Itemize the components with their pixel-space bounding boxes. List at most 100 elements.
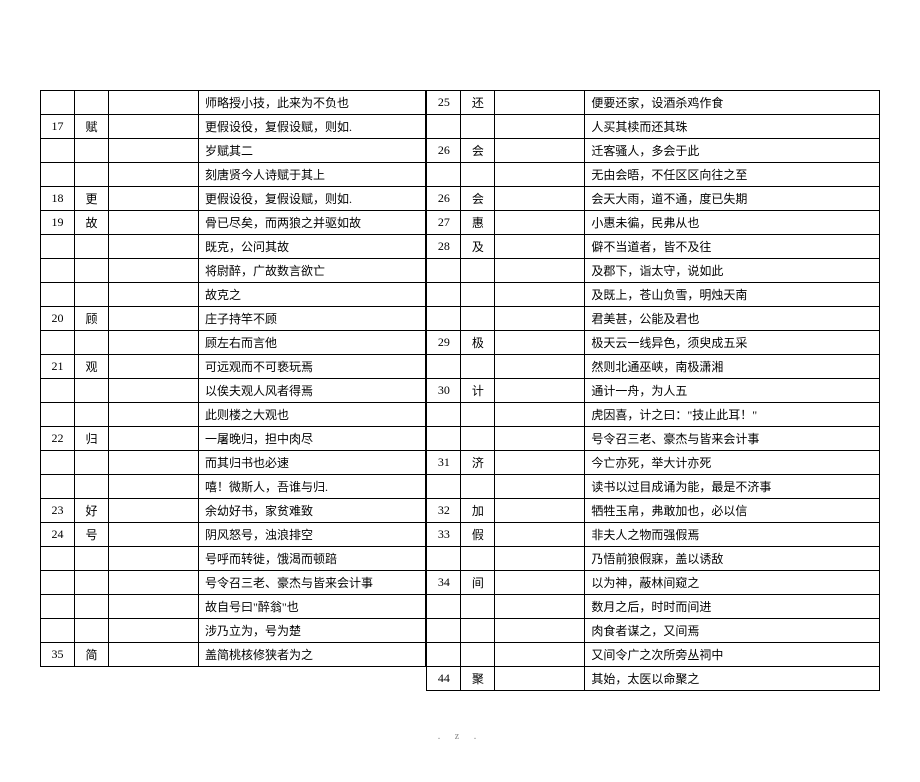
blank-cell: [109, 163, 199, 187]
char-cell: [461, 283, 495, 307]
footer-mark: . z .: [40, 731, 880, 742]
example-cell: 可远观而不可亵玩焉: [199, 355, 426, 379]
num-cell: 22: [41, 427, 75, 451]
blank-cell: [109, 523, 199, 547]
table-row: 将尉醉，广故数言欲亡: [41, 259, 426, 283]
blank-cell: [495, 547, 585, 571]
char-cell: 赋: [75, 115, 109, 139]
char-cell: [75, 283, 109, 307]
char-cell: [461, 355, 495, 379]
table-row: 30计通计一舟，为人五: [427, 379, 880, 403]
example-cell: 数月之后，时时而间进: [585, 595, 880, 619]
num-cell: [41, 403, 75, 427]
char-cell: [75, 619, 109, 643]
example-cell: 今亡亦死，举大计亦死: [585, 451, 880, 475]
table-row: 24号阴风怒号，浊浪排空: [41, 523, 426, 547]
blank-cell: [109, 427, 199, 451]
table-row: 20顾庄子持竿不顾: [41, 307, 426, 331]
example-cell: 牺牲玉帛，弗敢加也，必以信: [585, 499, 880, 523]
char-cell: [75, 91, 109, 115]
num-cell: 26: [427, 139, 461, 163]
table-row: 读书以过目成诵为能，最是不济事: [427, 475, 880, 499]
table-row: 44聚其始，太医以命聚之: [427, 667, 880, 691]
num-cell: [427, 115, 461, 139]
blank-cell: [495, 523, 585, 547]
blank-cell: [495, 619, 585, 643]
char-cell: 极: [461, 331, 495, 355]
blank-cell: [109, 571, 199, 595]
table-row: 及既上，苍山负雪，明烛天南: [427, 283, 880, 307]
num-cell: [427, 163, 461, 187]
char-cell: 会: [461, 187, 495, 211]
table-row: 师略授小技，此来为不负也: [41, 91, 426, 115]
char-cell: [461, 427, 495, 451]
char-cell: [75, 235, 109, 259]
example-cell: 故自号曰"醉翁"也: [199, 595, 426, 619]
blank-cell: [495, 571, 585, 595]
example-cell: 而其归书也必速: [199, 451, 426, 475]
blank-cell: [495, 427, 585, 451]
example-cell: 僻不当道者，皆不及往: [585, 235, 880, 259]
blank-cell: [495, 235, 585, 259]
num-cell: [41, 283, 75, 307]
blank-cell: [495, 643, 585, 667]
char-cell: 更: [75, 187, 109, 211]
num-cell: 28: [427, 235, 461, 259]
blank-cell: [495, 475, 585, 499]
num-cell: 27: [427, 211, 461, 235]
table-row: 故自号曰"醉翁"也: [41, 595, 426, 619]
num-cell: 24: [41, 523, 75, 547]
blank-cell: [495, 283, 585, 307]
num-cell: [427, 355, 461, 379]
example-cell: 然则北通巫峡，南极潇湘: [585, 355, 880, 379]
blank-cell: [109, 619, 199, 643]
example-cell: 故克之: [199, 283, 426, 307]
example-cell: 岁赋其二: [199, 139, 426, 163]
num-cell: 35: [41, 643, 75, 667]
table-row: 号呼而转徙，饿渴而顿踣: [41, 547, 426, 571]
char-cell: 故: [75, 211, 109, 235]
blank-cell: [109, 259, 199, 283]
table-row: 人买其椟而还其珠: [427, 115, 880, 139]
blank-cell: [495, 595, 585, 619]
example-cell: 极天云一线异色，须臾成五采: [585, 331, 880, 355]
example-cell: 此则楼之大观也: [199, 403, 426, 427]
table-row: 顾左右而言他: [41, 331, 426, 355]
example-cell: 其始，太医以命聚之: [585, 667, 880, 691]
example-cell: 又间令广之次所旁丛祠中: [585, 643, 880, 667]
blank-cell: [495, 307, 585, 331]
example-cell: 刻唐贤今人诗赋于其上: [199, 163, 426, 187]
table-row: 33假非夫人之物而强假焉: [427, 523, 880, 547]
num-cell: 34: [427, 571, 461, 595]
example-cell: 乃悟前狼假寐，盖以诱敌: [585, 547, 880, 571]
char-cell: 归: [75, 427, 109, 451]
example-cell: 非夫人之物而强假焉: [585, 523, 880, 547]
char-cell: 会: [461, 139, 495, 163]
table-row: 32加牺牲玉帛，弗敢加也，必以信: [427, 499, 880, 523]
char-cell: 号: [75, 523, 109, 547]
char-cell: [461, 307, 495, 331]
num-cell: [41, 259, 75, 283]
blank-cell: [109, 451, 199, 475]
char-cell: [75, 379, 109, 403]
blank-cell: [495, 451, 585, 475]
example-cell: 号呼而转徙，饿渴而顿踣: [199, 547, 426, 571]
table-row: 及郡下，诣太守，说如此: [427, 259, 880, 283]
example-cell: 余幼好书，家贫难致: [199, 499, 426, 523]
char-cell: [75, 163, 109, 187]
table-row: 乃悟前狼假寐，盖以诱敌: [427, 547, 880, 571]
example-cell: 嘻！微斯人，吾谁与归.: [199, 475, 426, 499]
blank-cell: [495, 211, 585, 235]
blank-cell: [109, 475, 199, 499]
table-row: 26会会天大雨，道不通，度已失期: [427, 187, 880, 211]
table-row: 数月之后，时时而间进: [427, 595, 880, 619]
num-cell: [41, 235, 75, 259]
example-cell: 既克，公问其故: [199, 235, 426, 259]
table-row: 27惠小惠未徧，民弗从也: [427, 211, 880, 235]
left-table: 师略授小技，此来为不负也17赋更假设役，复假设赋，则如.岁赋其二刻唐贤今人诗赋于…: [40, 90, 426, 667]
blank-cell: [109, 211, 199, 235]
table-row: 然则北通巫峡，南极潇湘: [427, 355, 880, 379]
num-cell: [427, 307, 461, 331]
char-cell: [75, 571, 109, 595]
char-cell: [461, 643, 495, 667]
